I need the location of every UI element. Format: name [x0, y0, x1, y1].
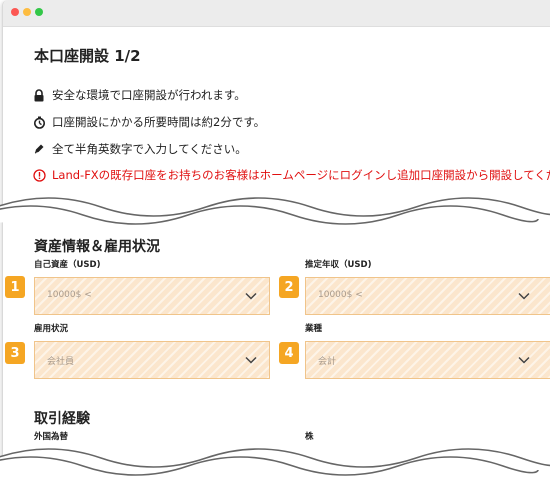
info-secure: 安全な環境で口座開設が行われます。: [32, 87, 246, 103]
info-input: 全て半角英数字で入力してください。: [32, 141, 247, 157]
minimize-window-button[interactable]: [23, 8, 31, 16]
info-text: 全て半角英数字で入力してください。: [52, 142, 247, 156]
field-label-own-assets: 自己資産（USD): [34, 260, 101, 270]
industry-select[interactable]: 会計: [305, 341, 550, 379]
info-time: 口座開設にかかる所要時間は約2分です。: [32, 114, 265, 130]
torn-edge-divider: [0, 197, 550, 225]
alert-icon: [32, 168, 46, 182]
chevron-down-icon: [518, 292, 530, 300]
employment-value: 会社員: [47, 357, 75, 367]
field-label-annual-income: 推定年収（USD): [305, 260, 372, 270]
info-text: 安全な環境で口座開設が行われます。: [52, 88, 246, 102]
chevron-down-icon: [245, 292, 257, 300]
chevron-down-icon: [518, 356, 530, 364]
torn-edge-bottom: [0, 448, 550, 490]
notice-text: Land-FXの既存口座をお持ちのお客様はホームページにログインし追加口座開設か…: [52, 168, 550, 182]
step-badge-1: 1: [5, 276, 25, 298]
own-assets-value: 10000$ <: [47, 290, 92, 300]
pen-icon: [32, 142, 46, 156]
annual-income-select[interactable]: 10000$ <: [305, 277, 550, 315]
own-assets-select[interactable]: 10000$ <: [34, 277, 270, 315]
close-window-button[interactable]: [11, 8, 19, 16]
stopwatch-icon: [32, 115, 46, 129]
existing-account-notice: Land-FXの既存口座をお持ちのお客様はホームページにログインし追加口座開設か…: [32, 167, 550, 183]
field-label-industry: 業種: [305, 324, 323, 334]
chevron-down-icon: [245, 356, 257, 364]
step-badge-2: 2: [279, 276, 299, 298]
field-label-stocks: 株: [305, 432, 314, 442]
screenshot-stage: 本口座開設 1/2 安全な環境で口座開設が行われます。 口座開設にかかる所要時間…: [0, 0, 550, 490]
field-label-employment: 雇用状況: [34, 324, 69, 334]
annual-income-value: 10000$ <: [318, 290, 363, 300]
window-titlebar: [3, 0, 550, 27]
lock-icon: [32, 88, 46, 102]
page-title: 本口座開設 1/2: [34, 47, 141, 65]
step-badge-4: 4: [279, 342, 299, 364]
field-label-forex: 外国為替: [34, 432, 69, 442]
industry-value: 会計: [318, 357, 337, 367]
maximize-window-button[interactable]: [35, 8, 43, 16]
trading-section-title: 取引経験: [34, 411, 90, 427]
info-text: 口座開設にかかる所要時間は約2分です。: [52, 115, 266, 129]
step-badge-3: 3: [5, 342, 25, 364]
employment-select[interactable]: 会社員: [34, 341, 270, 379]
assets-section-title: 資産情報＆雇用状況: [34, 239, 160, 255]
